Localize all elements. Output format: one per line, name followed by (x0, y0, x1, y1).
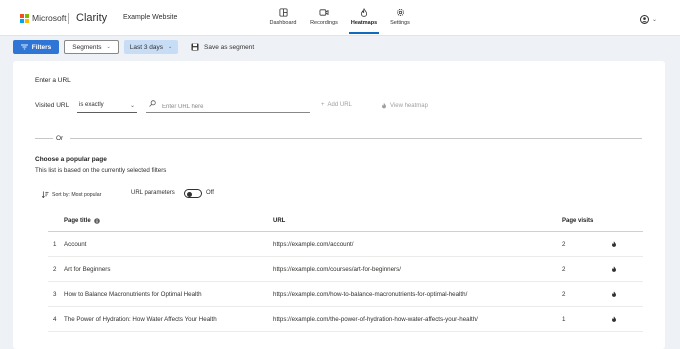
row-visits: 1 (562, 316, 566, 323)
nav-dashboard[interactable]: Dashboard (267, 8, 299, 34)
gear-icon (396, 9, 404, 16)
nav-recordings[interactable]: Recordings (306, 8, 342, 34)
or-divider-text: Or (56, 135, 64, 142)
save-icon (191, 43, 199, 51)
row-url: https://example.com/how-to-balance-macro… (273, 291, 468, 298)
row-url: https://example.com/account/ (273, 241, 354, 248)
segments-label: Segments (72, 43, 102, 51)
row-index: 1 (53, 241, 57, 248)
table-row[interactable]: 3 How to Balance Macronutrients for Opti… (48, 282, 643, 307)
chevron-down-icon: ⌄ (168, 44, 173, 50)
account-chevron-icon[interactable]: ⌄ (652, 16, 657, 23)
brand-divider (68, 13, 69, 24)
nav-recordings-label: Recordings (310, 20, 338, 26)
plus-icon: + (321, 102, 325, 108)
chevron-down-icon: ⌄ (129, 103, 135, 109)
popular-page-subheading: This list is based on the currently sele… (35, 167, 167, 174)
save-as-segment-button[interactable]: Save as segment (191, 40, 254, 54)
divider-right (70, 138, 642, 139)
filters-label: Filters (31, 43, 52, 51)
row-visits: 2 (562, 241, 566, 248)
date-range-label: Last 3 days (129, 43, 164, 51)
row-url: https://example.com/the-power-of-hydrati… (273, 316, 478, 323)
row-title: Art for Beginners (64, 266, 111, 273)
table-row[interactable]: 1 Account https://example.com/account/ 2 (48, 232, 643, 257)
info-icon[interactable] (93, 218, 100, 224)
row-index: 2 (53, 266, 57, 273)
url-parameters-toggle[interactable] (184, 189, 202, 198)
chevron-down-icon: ⌄ (106, 44, 111, 50)
nav-dashboard-label: Dashboard (269, 20, 297, 26)
match-type-value: is exactly (79, 102, 104, 108)
popular-page-heading: Choose a popular page (35, 156, 107, 163)
flame-icon (360, 8, 368, 17)
account-avatar-icon[interactable] (640, 15, 649, 24)
url-input[interactable] (146, 97, 310, 113)
row-title: The Power of Hydration: How Water Affect… (64, 316, 217, 323)
project-name[interactable]: Example Website (123, 14, 177, 21)
table-row[interactable]: 2 Art for Beginners https://example.com/… (48, 257, 643, 282)
product-name[interactable]: Clarity (76, 12, 107, 24)
visited-url-label: Visited URL (35, 102, 70, 109)
microsoft-logo (20, 14, 29, 23)
view-heatmap-button[interactable]: View heatmap (381, 102, 428, 109)
heatmap-flame-icon[interactable] (611, 315, 617, 323)
row-title: How to Balance Macronutrients for Optima… (64, 291, 202, 298)
nav-heatmaps-label: Heatmaps (350, 20, 378, 26)
flame-icon (382, 102, 386, 109)
enter-url-heading: Enter a URL (35, 77, 71, 84)
row-url: https://example.com/courses/art-for-begi… (273, 266, 401, 273)
filters-button[interactable]: Filters (13, 40, 59, 54)
heatmap-flame-icon[interactable] (611, 240, 617, 248)
url-parameters-state: Off (206, 190, 214, 196)
nav-heatmaps[interactable]: Heatmaps (349, 8, 379, 34)
row-index: 3 (53, 291, 57, 298)
toggle-knob (187, 191, 192, 197)
date-range-dropdown[interactable]: Last 3 days ⌄ (124, 40, 178, 54)
view-heatmap-label: View heatmap (390, 102, 428, 109)
nav-settings[interactable]: Settings (386, 8, 414, 34)
heatmap-flame-icon[interactable] (611, 290, 617, 298)
add-url-button[interactable]: + Add URL (321, 102, 352, 108)
row-index: 4 (53, 316, 57, 323)
heatmap-setup-card: Enter a URL Visited URL is exactly ⌄ + A… (13, 61, 665, 349)
column-header-visits[interactable]: Page visits (562, 218, 593, 224)
url-parameters-label: URL parameters (131, 190, 175, 196)
top-bar: Microsoft Clarity Example Website Dashbo… (0, 0, 680, 36)
nav-settings-label: Settings (390, 20, 410, 26)
add-url-label: Add URL (327, 102, 352, 108)
column-header-url[interactable]: URL (273, 218, 285, 224)
filter-icon (20, 44, 28, 50)
dashboard-icon (278, 8, 288, 17)
column-header-title[interactable]: Page title (64, 218, 100, 224)
match-type-dropdown[interactable]: is exactly ⌄ (77, 97, 137, 113)
sort-dropdown[interactable]: Sort by: Most popular (42, 191, 101, 198)
company-name: Microsoft (32, 13, 67, 23)
video-icon (319, 9, 329, 16)
table-row[interactable]: 4 The Power of Hydration: How Water Affe… (48, 307, 643, 332)
save-as-segment-label: Save as segment (204, 43, 255, 51)
sort-label: Sort by: Most popular (52, 191, 102, 198)
search-icon (149, 100, 156, 107)
row-visits: 2 (562, 266, 566, 273)
divider-left (35, 138, 53, 139)
segments-dropdown[interactable]: Segments ⌄ (64, 40, 119, 54)
row-visits: 2 (562, 291, 566, 298)
heatmap-flame-icon[interactable] (611, 265, 617, 273)
column-title-label: Page title (64, 218, 91, 224)
sort-icon (42, 191, 49, 198)
row-title: Account (64, 241, 87, 248)
